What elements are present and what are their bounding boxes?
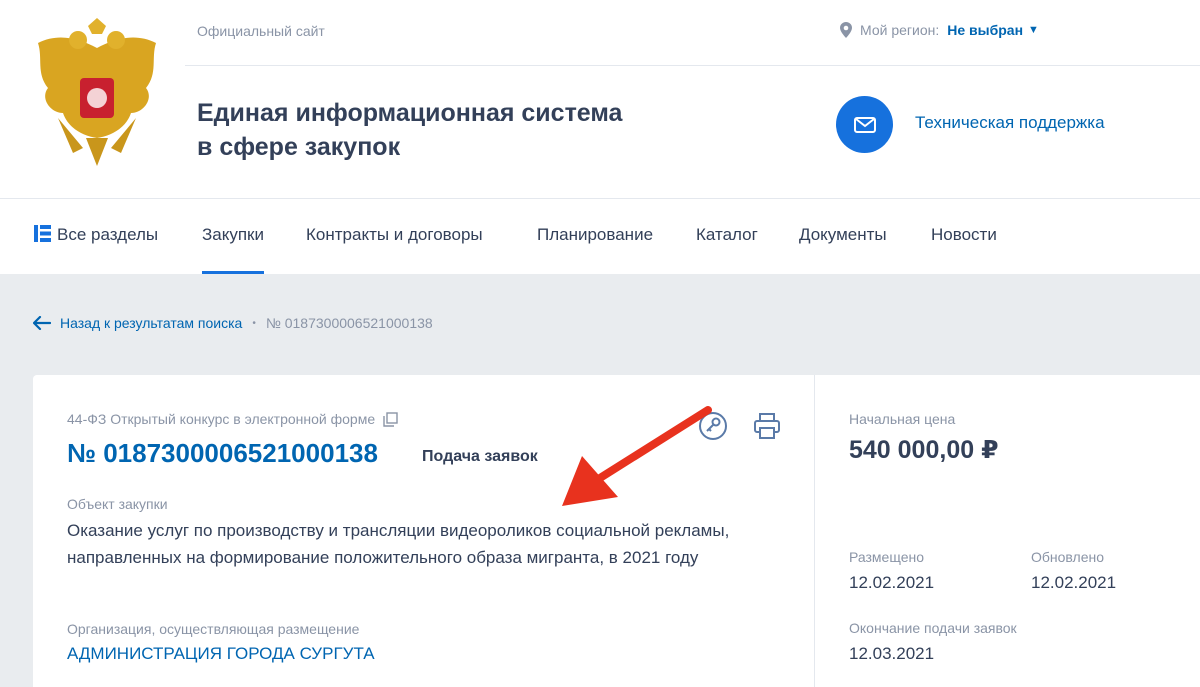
posted-label: Размещено [849,549,924,565]
nav-contracts[interactable]: Контракты и договоры [306,225,483,245]
nav-item-label: Все разделы [57,225,159,244]
price-value: 540 000,00 ₽ [849,436,999,464]
site-title[interactable]: Единая информационная система в сфере за… [197,96,622,164]
object-description: Оказание услуг по производству и трансля… [67,521,730,567]
procurement-type: 44-ФЗ Открытый конкурс в электронной фор… [67,411,398,427]
updated-label: Обновлено [1031,549,1105,565]
deadline-date: 12.03.2021 [849,644,935,663]
site-header: Официальный сайт Мой регион: Не выбран ▼… [0,0,1200,198]
region-label: Мой регион: [860,22,940,38]
copy-icon[interactable] [383,411,398,427]
breadcrumb: Назад к результатам поиска • № 018730000… [33,315,433,331]
posted-date: 12.02.2021 [849,573,935,592]
region-selector[interactable]: Мой регион: Не выбран ▼ [840,22,1039,38]
organization-label: Организация, осуществляющая размещение [67,621,360,637]
organization-link[interactable]: АДМИНИСТРАЦИЯ ГОРОДА СУРГУТА [67,644,375,664]
support-link[interactable]: Техническая поддержка [915,113,1105,133]
nav-procurements[interactable]: Закупки [202,225,264,274]
header-divider [185,65,1200,66]
print-icon[interactable] [752,411,782,441]
nav-news[interactable]: Новости [931,225,997,245]
card-divider [814,375,815,687]
object-label: Объект закупки [67,496,168,512]
arrow-left-icon[interactable] [33,316,51,330]
site-title-line1: Единая информационная система [197,99,623,127]
annotation-arrow-icon [562,406,712,506]
nav-catalog[interactable]: Каталог [696,225,758,245]
deadline-label: Окончание подачи заявок [849,620,1017,636]
map-pin-icon [840,22,852,38]
procurement-type-text: 44-ФЗ Открытый конкурс в электронной фор… [67,411,376,427]
official-site-label: Официальный сайт [197,23,325,39]
back-to-results-link[interactable]: Назад к результатам поиска [60,315,242,331]
nav-documents[interactable]: Документы [799,225,887,245]
price-label: Начальная цена [849,411,956,427]
breadcrumb-separator: • [252,317,256,329]
nav-planning[interactable]: Планирование [537,225,653,245]
nav-all-sections[interactable]: Все разделы [34,225,158,245]
coat-of-arms-emblem [38,18,156,166]
chevron-down-icon[interactable]: ▼ [1028,24,1039,36]
updated-date: 12.02.2021 [1031,573,1117,592]
registry-number-link[interactable]: № 0187300006521000138 [67,438,378,469]
mail-icon [853,116,876,133]
sections-icon [34,225,51,242]
support-button[interactable] [836,96,893,153]
breadcrumb-current: № 0187300006521000138 [265,315,433,331]
region-value[interactable]: Не выбран [947,22,1023,38]
site-title-line2: в сфере закупок [197,133,401,161]
main-nav: Все разделы Закупки Контракты и договоры… [0,198,1200,274]
status-badge: Подача заявок [422,448,538,465]
